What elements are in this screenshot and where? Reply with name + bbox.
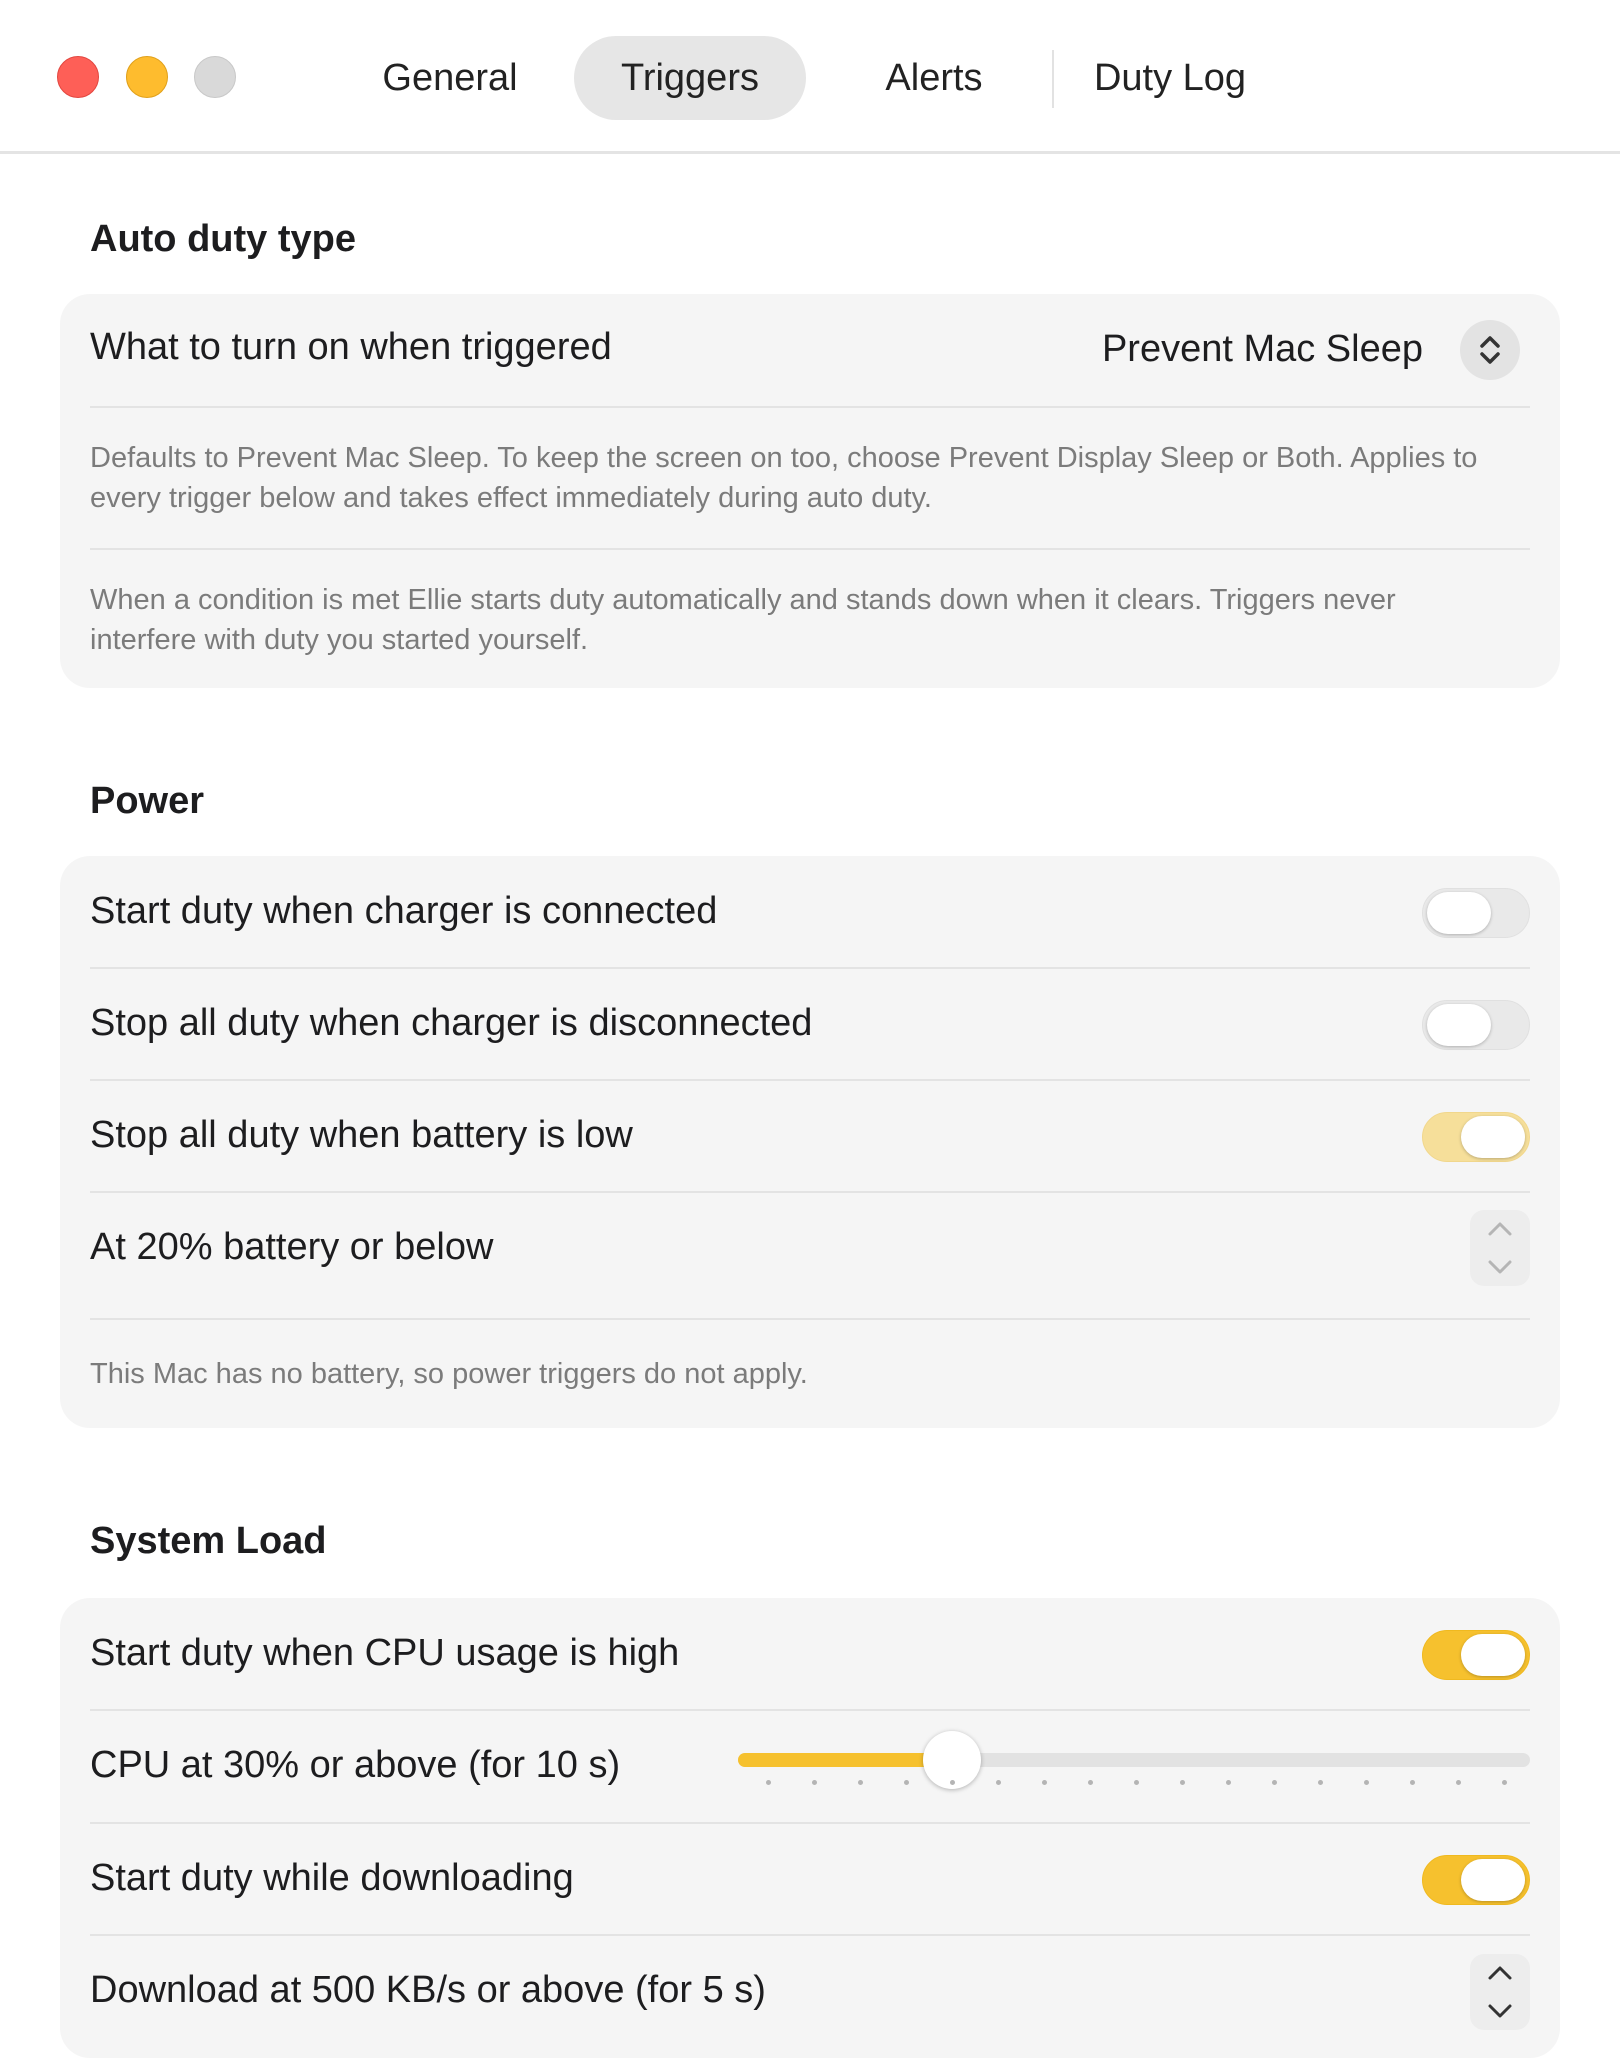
system-load-section-title: System Load bbox=[90, 1520, 327, 1562]
tab-alerts[interactable]: Alerts bbox=[860, 36, 1008, 120]
charger-disconnected-label: Stop all duty when charger is disconnect… bbox=[90, 1002, 813, 1044]
cpu-threshold-label: CPU at 30% or above (for 10 s) bbox=[90, 1744, 621, 1786]
downloading-toggle[interactable] bbox=[1422, 1855, 1530, 1905]
downloading-label: Start duty while downloading bbox=[90, 1857, 574, 1899]
chevron-up-icon bbox=[1488, 1222, 1512, 1236]
divider bbox=[90, 1318, 1530, 1320]
chevron-up-down-icon bbox=[1480, 336, 1500, 364]
divider bbox=[90, 1822, 1530, 1824]
tab-triggers[interactable]: Triggers bbox=[574, 36, 806, 120]
slider-tick bbox=[1410, 1780, 1415, 1785]
slider-tick bbox=[996, 1780, 1001, 1785]
charger-disconnected-toggle[interactable] bbox=[1422, 1000, 1530, 1050]
minimize-window-button[interactable] bbox=[126, 56, 168, 98]
divider bbox=[90, 1191, 1530, 1193]
battery-low-toggle[interactable] bbox=[1422, 1112, 1530, 1162]
window-toolbar: General Triggers Alerts Duty Log bbox=[0, 0, 1620, 154]
divider bbox=[90, 967, 1530, 969]
slider-tick bbox=[950, 1780, 955, 1785]
divider bbox=[90, 548, 1530, 550]
slider-tick bbox=[812, 1780, 817, 1785]
stepper-decrement-button[interactable] bbox=[1470, 1992, 1530, 2030]
duty-type-popup-button[interactable] bbox=[1460, 320, 1520, 380]
chevron-down-icon bbox=[1488, 2004, 1512, 2018]
toggle-knob bbox=[1461, 1634, 1525, 1676]
slider-tick bbox=[904, 1780, 909, 1785]
toggle-knob bbox=[1427, 892, 1491, 934]
tab-general[interactable]: General bbox=[360, 36, 540, 120]
stepper-decrement-button[interactable] bbox=[1470, 1248, 1530, 1286]
slider-tick bbox=[1180, 1780, 1185, 1785]
stepper-increment-button[interactable] bbox=[1470, 1210, 1530, 1248]
slider-tick bbox=[1456, 1780, 1461, 1785]
duty-type-note: Defaults to Prevent Mac Sleep. To keep t… bbox=[90, 442, 1478, 514]
slider-tick bbox=[766, 1780, 771, 1785]
system-load-card: Start duty when CPU usage is high CPU at… bbox=[60, 1598, 1560, 2058]
battery-threshold-stepper[interactable] bbox=[1470, 1210, 1530, 1286]
tab-duty-log[interactable]: Duty Log bbox=[1076, 36, 1264, 120]
slider-tick bbox=[1318, 1780, 1323, 1785]
charger-connected-label: Start duty when charger is connected bbox=[90, 890, 718, 932]
slider-tick bbox=[1364, 1780, 1369, 1785]
slider-ticks bbox=[738, 1780, 1530, 1786]
close-window-button[interactable] bbox=[57, 56, 99, 98]
toggle-knob bbox=[1461, 1116, 1525, 1158]
chevron-down-icon bbox=[1488, 1260, 1512, 1274]
divider bbox=[90, 406, 1530, 408]
triggers-note: When a condition is met Ellie starts dut… bbox=[90, 584, 1396, 656]
zoom-window-button[interactable] bbox=[194, 56, 236, 98]
duty-type-popup-value[interactable]: Prevent Mac Sleep bbox=[1102, 328, 1423, 371]
slider-tick bbox=[1226, 1780, 1231, 1785]
tab-separator bbox=[1052, 50, 1054, 108]
auto-duty-card: What to turn on when triggered Prevent M… bbox=[60, 294, 1560, 688]
slider-tick bbox=[1272, 1780, 1277, 1785]
divider bbox=[90, 1709, 1530, 1711]
toggle-knob bbox=[1461, 1859, 1525, 1901]
charger-connected-toggle[interactable] bbox=[1422, 888, 1530, 938]
download-threshold-label: Download at 500 KB/s or above (for 5 s) bbox=[90, 1969, 766, 2011]
cpu-high-label: Start duty when CPU usage is high bbox=[90, 1632, 680, 1674]
stepper-increment-button[interactable] bbox=[1470, 1954, 1530, 1992]
toggle-knob bbox=[1427, 1004, 1491, 1046]
battery-threshold-label: At 20% battery or below bbox=[90, 1226, 494, 1268]
power-card: Start duty when charger is connected Sto… bbox=[60, 856, 1560, 1428]
auto-duty-section-title: Auto duty type bbox=[90, 218, 356, 260]
cpu-high-toggle[interactable] bbox=[1422, 1630, 1530, 1680]
cpu-threshold-slider[interactable] bbox=[738, 1731, 1530, 1789]
slider-tick bbox=[1042, 1780, 1047, 1785]
slider-tick bbox=[1088, 1780, 1093, 1785]
slider-fill bbox=[738, 1753, 952, 1767]
slider-tick bbox=[858, 1780, 863, 1785]
chevron-up-icon bbox=[1488, 1966, 1512, 1980]
divider bbox=[90, 1079, 1530, 1081]
divider bbox=[90, 1934, 1530, 1936]
battery-low-label: Stop all duty when battery is low bbox=[90, 1114, 633, 1156]
slider-tick bbox=[1502, 1780, 1507, 1785]
no-battery-note: This Mac has no battery, so power trigge… bbox=[90, 1358, 808, 1390]
download-threshold-stepper[interactable] bbox=[1470, 1954, 1530, 2030]
slider-tick bbox=[1134, 1780, 1139, 1785]
power-section-title: Power bbox=[90, 780, 205, 822]
auto-duty-row-label: What to turn on when triggered bbox=[90, 326, 612, 368]
